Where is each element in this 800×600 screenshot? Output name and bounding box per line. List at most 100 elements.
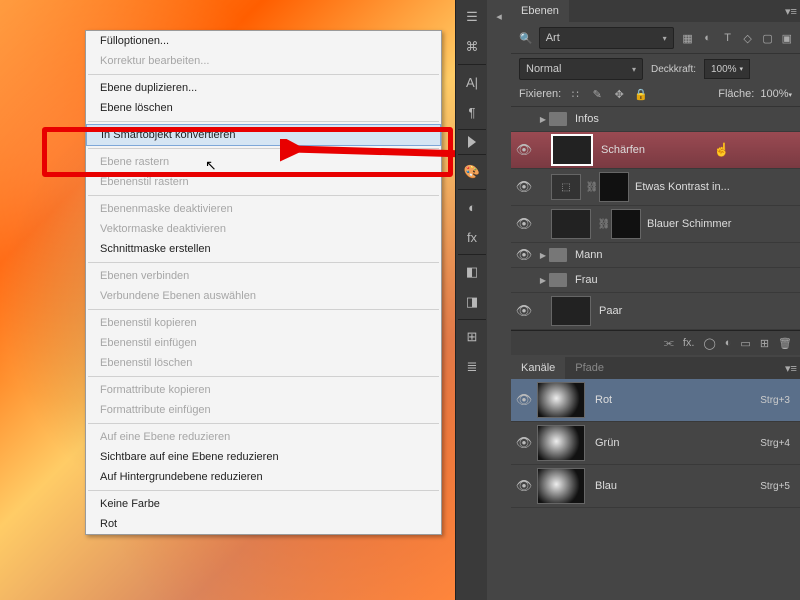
filter-toggle[interactable]: ▣: [782, 32, 792, 45]
layer-mask-thumb[interactable]: [611, 209, 641, 239]
menu-item[interactable]: In Smartobjekt konvertieren: [86, 124, 441, 146]
layer-thumbnail[interactable]: [551, 209, 591, 239]
link-layers-icon[interactable]: ⫘: [664, 337, 674, 350]
layer-row[interactable]: 👁 Schärfen☝: [511, 132, 800, 169]
paths-tab[interactable]: Pfade: [565, 357, 614, 379]
layer-list: ▶Infos👁Schärfen☝👁⬚⛓Etwas Kontrast in...👁…: [511, 107, 800, 330]
channel-visibility-toggle[interactable]: 👁: [511, 392, 537, 408]
opacity-field[interactable]: 100%▾: [704, 59, 750, 79]
channels-tab[interactable]: Kanäle: [511, 357, 565, 379]
channel-visibility-toggle[interactable]: 👁: [511, 435, 537, 451]
menu-item: Auf eine Ebene reduzieren: [86, 427, 441, 447]
layer-row[interactable]: 👁⬚⛓Etwas Kontrast in...: [511, 169, 800, 206]
layer-row[interactable]: 👁 ⛓ Blauer Schimmer: [511, 206, 800, 243]
filter-text-icon[interactable]: T: [720, 30, 736, 46]
adjustments-panel-icon[interactable]: ◐: [458, 194, 486, 220]
menu-item[interactable]: Keine Farbe: [86, 494, 441, 514]
menu-item[interactable]: Rot: [86, 514, 441, 534]
filter-adjust-icon[interactable]: ◐: [700, 30, 716, 46]
layer-name[interactable]: Infos: [573, 113, 800, 125]
layer-mask-thumb[interactable]: [599, 172, 629, 202]
fill-field[interactable]: 100%▾: [760, 88, 792, 100]
channel-visibility-toggle[interactable]: 👁: [511, 478, 537, 494]
paragraph-panel-icon[interactable]: ¶: [458, 99, 486, 125]
delete-layer-icon[interactable]: 🗑: [778, 337, 792, 350]
visibility-toggle[interactable]: 👁: [511, 179, 537, 195]
panel-menu-icon[interactable]: ▾≡: [782, 5, 800, 18]
filter-shape-icon[interactable]: ◇: [740, 30, 756, 46]
filter-pixel-icon[interactable]: ▦: [680, 30, 696, 46]
lock-position-icon[interactable]: ✥: [611, 86, 627, 102]
mask-link-icon[interactable]: ⛓: [597, 219, 611, 230]
menu-item[interactable]: Fülloptionen...: [86, 31, 441, 51]
lock-transparency-icon[interactable]: ∷: [567, 86, 583, 102]
visibility-toggle[interactable]: 👁: [511, 142, 537, 158]
layer-row[interactable]: 👁▶ Mann: [511, 243, 800, 268]
new-group-icon[interactable]: ▭: [740, 337, 750, 350]
lock-all-icon[interactable]: 🔒: [633, 86, 649, 102]
menu-item[interactable]: Schnittmaske erstellen: [86, 239, 441, 259]
right-panels: Ebenen ▾≡ 🔍 Art▾ ▦ ◐ T ◇ ▢ ▣ Normal▾ Dec…: [511, 0, 800, 600]
add-mask-icon[interactable]: ◯: [703, 337, 715, 350]
disclosure-triangle-icon[interactable]: ▶: [537, 276, 549, 285]
panel-collapse-arrow-icon[interactable]: [468, 136, 476, 148]
visibility-toggle[interactable]: 👁: [511, 216, 537, 232]
layers-panel-tabbar: Ebenen ▾≡: [511, 0, 800, 22]
styles-panel-icon[interactable]: fx: [458, 224, 486, 250]
layer-filter-kind-dropdown[interactable]: Art▾: [539, 27, 674, 49]
lock-label: Fixieren:: [519, 88, 561, 100]
filter-smart-icon[interactable]: ▢: [760, 30, 776, 46]
disclosure-triangle-icon[interactable]: ▶: [537, 251, 549, 260]
layer-thumbnail[interactable]: [551, 296, 591, 326]
layer-row[interactable]: ▶ Frau: [511, 268, 800, 293]
new-layer-icon[interactable]: ⊞: [760, 337, 769, 350]
layer-row[interactable]: 👁 Paar: [511, 293, 800, 330]
layer-thumbnail[interactable]: [551, 134, 593, 166]
collapsed-panel-icon[interactable]: ◂: [490, 7, 508, 25]
menu-item: Ebenenstil kopieren: [86, 313, 441, 333]
menu-item: Formattribute kopieren: [86, 380, 441, 400]
channel-thumbnail: [537, 468, 585, 504]
opacity-label: Deckkraft:: [651, 64, 696, 75]
channel-shortcut: Strg+5: [760, 481, 800, 492]
brushes-icon[interactable]: ⌘: [458, 34, 486, 60]
channels-menu-icon[interactable]: ▾≡: [782, 362, 800, 375]
character-panel-icon[interactable]: A|: [458, 69, 486, 95]
panel-icon-c[interactable]: ⊞: [458, 324, 486, 350]
layer-name[interactable]: Blauer Schimmer: [645, 218, 800, 230]
layer-name[interactable]: Etwas Kontrast in...: [633, 181, 800, 193]
lock-pixels-icon[interactable]: ✎: [589, 86, 605, 102]
panel-icon-d[interactable]: ≣: [458, 354, 486, 380]
panel-icon-b[interactable]: ◨: [458, 289, 486, 315]
search-icon: 🔍: [519, 32, 533, 45]
layer-name[interactable]: Frau: [573, 274, 800, 286]
blend-mode-dropdown[interactable]: Normal▾: [519, 58, 643, 80]
menu-item[interactable]: Sichtbare auf eine Ebene reduzieren: [86, 447, 441, 467]
pointer-cursor-icon: ☝: [714, 142, 730, 158]
new-adjustment-icon[interactable]: ◐: [725, 337, 732, 349]
panel-icon-a[interactable]: ◧: [458, 259, 486, 285]
layer-name[interactable]: Mann: [573, 249, 800, 261]
channel-row[interactable]: 👁BlauStrg+5: [511, 465, 800, 508]
swatches-icon[interactable]: ☰: [458, 4, 486, 30]
color-panel-icon[interactable]: 🎨: [458, 159, 486, 185]
visibility-toggle[interactable]: 👁: [511, 303, 537, 319]
menu-item: Verbundene Ebenen auswählen: [86, 286, 441, 306]
layer-fx-icon[interactable]: fx.: [683, 337, 695, 349]
channel-row[interactable]: 👁GrünStrg+4: [511, 422, 800, 465]
visibility-toggle[interactable]: 👁: [511, 247, 537, 263]
menu-item: Vektormaske deaktivieren: [86, 219, 441, 239]
layer-filter-icons: ▦ ◐ T ◇ ▢: [680, 30, 776, 46]
layer-name[interactable]: Schärfen: [599, 144, 800, 156]
menu-item[interactable]: Ebene löschen: [86, 98, 441, 118]
menu-item: Formattribute einfügen: [86, 400, 441, 420]
disclosure-triangle-icon[interactable]: ▶: [537, 115, 549, 124]
layers-tab[interactable]: Ebenen: [511, 0, 569, 22]
channel-row[interactable]: 👁RotStrg+3: [511, 379, 800, 422]
folder-icon: [549, 248, 567, 262]
menu-item[interactable]: Ebene duplizieren...: [86, 78, 441, 98]
menu-item[interactable]: Auf Hintergrundebene reduzieren: [86, 467, 441, 487]
mask-link-icon[interactable]: ⛓: [585, 182, 599, 193]
layer-row[interactable]: ▶ Infos: [511, 107, 800, 132]
layer-name[interactable]: Paar: [597, 305, 800, 317]
